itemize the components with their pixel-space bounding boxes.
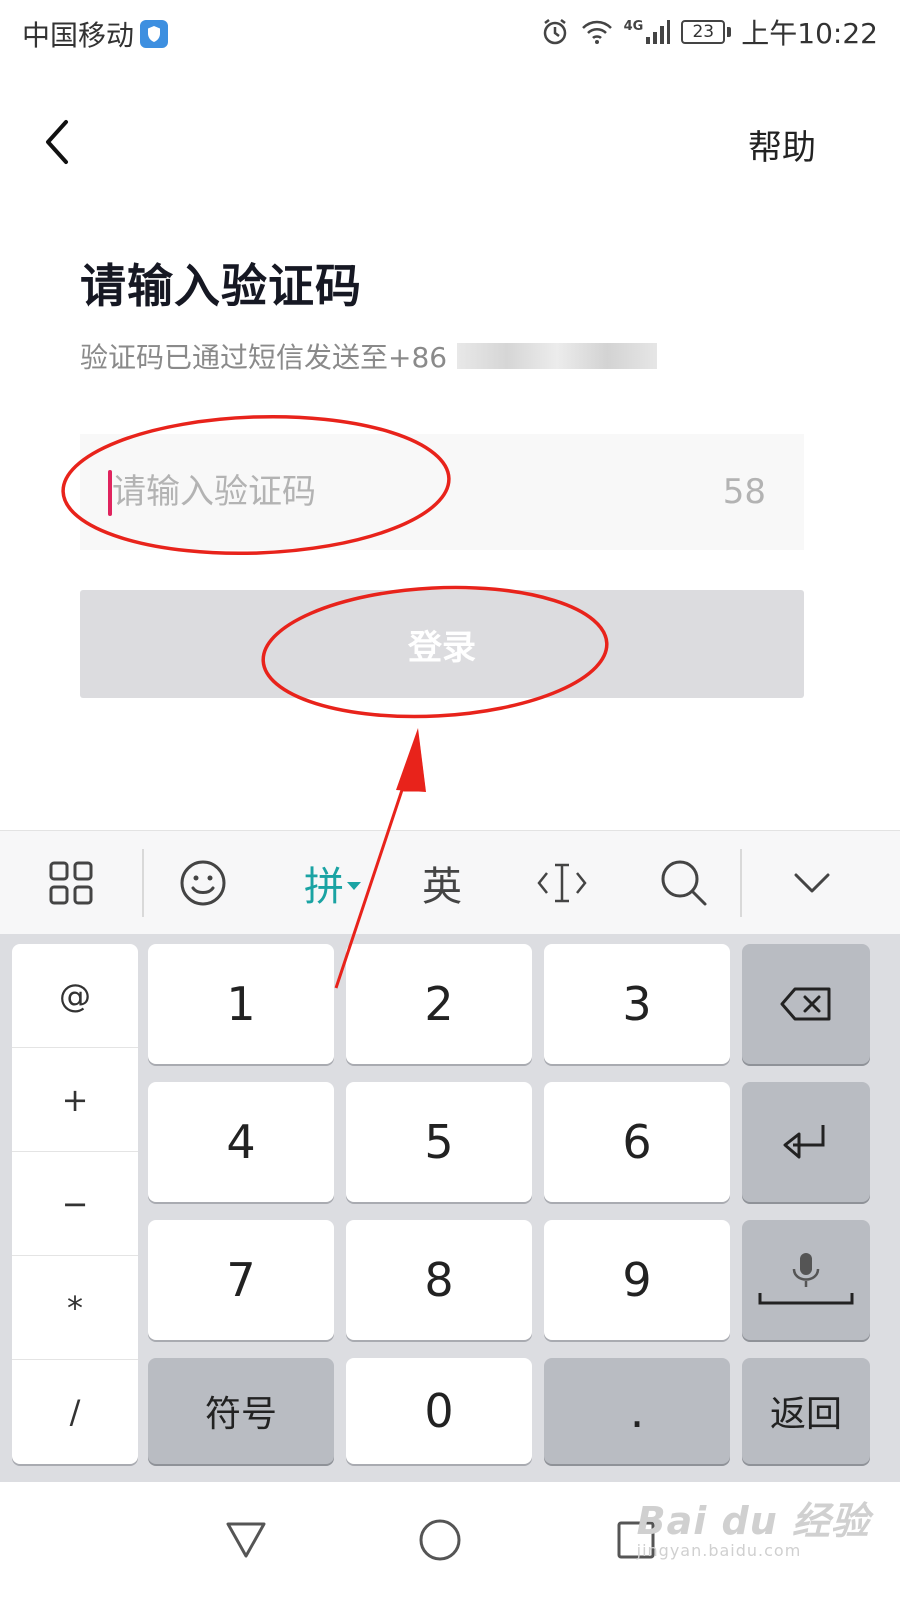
carrier-name: 中国移动 <box>22 19 135 52</box>
english-mode-tab[interactable]: 英 <box>412 849 472 917</box>
emoji-icon[interactable] <box>172 849 234 917</box>
system-navigation-bar: Bai du 经验 jingyan.baidu.com <box>0 1482 900 1600</box>
hide-keyboard-chevron-down-icon[interactable] <box>784 849 840 917</box>
dropdown-caret-icon <box>347 882 361 890</box>
key-7[interactable]: 7 <box>148 1220 334 1340</box>
key-plus[interactable]: + <box>12 1048 138 1152</box>
masked-phone-number <box>457 343 658 369</box>
key-minus[interactable]: − <box>12 1152 138 1256</box>
carrier-info: 中国移动 <box>22 14 169 54</box>
network-type-label: 4G <box>623 19 644 34</box>
nav-back-triangle-icon[interactable] <box>216 1510 276 1570</box>
help-link[interactable]: 帮助 <box>748 120 816 169</box>
key-8[interactable]: 8 <box>346 1220 532 1340</box>
toolbar-divider <box>142 849 144 917</box>
back-key[interactable]: 返回 <box>742 1358 870 1464</box>
key-dot[interactable]: . <box>544 1358 730 1464</box>
cellular-signal-icon: 4G <box>624 19 672 45</box>
nav-home-circle-icon[interactable] <box>410 1510 470 1570</box>
backspace-key[interactable] <box>742 944 870 1064</box>
english-label: 英 <box>422 864 462 910</box>
page-title: 请输入验证码 <box>80 259 362 313</box>
chevron-left-icon <box>46 120 68 164</box>
key-5[interactable]: 5 <box>346 1082 532 1202</box>
key-asterisk[interactable]: * <box>12 1256 138 1360</box>
key-3[interactable]: 3 <box>544 944 730 1064</box>
enter-key[interactable] <box>742 1082 870 1202</box>
battery-level: 23 <box>681 20 726 44</box>
baidu-jingyan-watermark: Bai du 经验 jingyan.baidu.com <box>637 1490 870 1560</box>
battery-icon: 23 <box>681 20 732 44</box>
login-button[interactable]: 登录 <box>80 590 804 698</box>
numeric-keyboard: @ + − * / 1 2 3 4 5 6 7 8 9 符号 0 . 返回 <box>0 934 900 1482</box>
symbol-column: @ + − * / <box>12 944 138 1464</box>
login-button-label: 登录 <box>408 627 476 668</box>
keyboard-menu-grid-icon[interactable] <box>40 849 102 917</box>
key-2[interactable]: 2 <box>346 944 532 1064</box>
enter-return-icon <box>783 1125 825 1159</box>
backspace-icon <box>780 987 831 1021</box>
security-shield-icon <box>140 20 169 48</box>
resend-countdown: 58 <box>722 472 766 512</box>
microphone-icon <box>758 1253 854 1305</box>
clock: 上午10:22 <box>741 17 878 50</box>
search-icon[interactable] <box>656 849 712 917</box>
alarm-icon <box>540 17 570 47</box>
status-icons: 4G 23 上午10:22 <box>540 12 878 52</box>
sms-sent-notice: 验证码已通过短信发送至+86 <box>80 336 658 376</box>
key-1[interactable]: 1 <box>148 944 334 1064</box>
pinyin-mode-tab[interactable]: 拼 <box>296 849 370 917</box>
wifi-icon <box>580 17 614 47</box>
sms-sent-text: 验证码已通过短信发送至+86 <box>80 341 448 374</box>
key-slash[interactable]: / <box>12 1360 138 1464</box>
watermark-brand: Bai du 经验 <box>636 1499 870 1543</box>
space-voice-key[interactable] <box>742 1220 870 1340</box>
symbols-key[interactable]: 符号 <box>148 1358 334 1464</box>
back-button[interactable] <box>36 110 84 174</box>
annotation-arrow-head <box>396 728 426 792</box>
verification-code-input[interactable] <box>112 462 672 522</box>
pinyin-label: 拼 <box>304 864 344 910</box>
keyboard-toolbar: 拼 英 <box>0 830 900 934</box>
status-bar: 中国移动 4G 23 上午10:22 <box>0 0 900 64</box>
key-6[interactable]: 6 <box>544 1082 730 1202</box>
verification-code-field[interactable]: 58 <box>80 434 804 550</box>
cursor-move-icon[interactable] <box>534 849 590 917</box>
toolbar-divider <box>740 849 742 917</box>
key-0[interactable]: 0 <box>346 1358 532 1464</box>
key-9[interactable]: 9 <box>544 1220 730 1340</box>
key-at[interactable]: @ <box>12 944 138 1048</box>
key-4[interactable]: 4 <box>148 1082 334 1202</box>
